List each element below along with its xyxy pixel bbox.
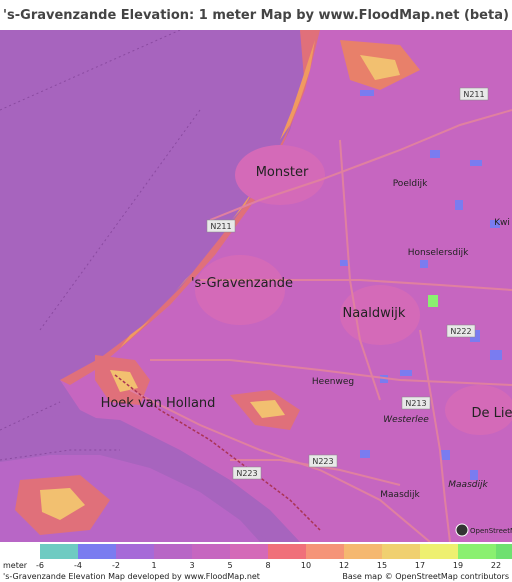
- legend: meter -6 -4 -2 1 3 5 8 10 12 15 17 19 22 's-Gravenza…: [0, 542, 512, 582]
- legend-swatch: [458, 544, 496, 559]
- legend-tick-label: 1: [151, 561, 157, 570]
- svg-text:N222: N222: [450, 327, 471, 336]
- road-label-n222: N222: [446, 324, 476, 338]
- place-label-honselersdijk: Honselersdijk: [408, 248, 469, 258]
- road-label-n211-west: N211: [206, 219, 236, 233]
- legend-tick-label: 5: [227, 561, 233, 570]
- place-label-maasdijk-italic: Maasdijk: [448, 480, 488, 490]
- svg-text:OpenStreetMap: OpenStreetMap: [470, 527, 512, 535]
- place-label-maasdijk: Maasdijk: [380, 490, 420, 500]
- legend-tick-label: 15: [376, 561, 388, 570]
- svg-text:N223: N223: [312, 457, 333, 466]
- legend-tick-label: -6: [36, 561, 44, 570]
- legend-swatch: [192, 544, 230, 559]
- legend-tick-label: -4: [74, 561, 82, 570]
- legend-swatch: [306, 544, 344, 559]
- svg-text:N213: N213: [405, 399, 426, 408]
- elevation-map[interactable]: N211 N211 N222 N213 N223 N223 Monster Po…: [0, 30, 512, 542]
- footer-basemap-credit: Base map © OpenStreetMap contributors: [342, 572, 509, 581]
- legend-swatch: [154, 544, 192, 559]
- road-label-n213: N213: [401, 396, 431, 410]
- place-label-gravenzande: 's-Gravenzande: [191, 276, 293, 291]
- legend-labels: -6 -4 -2 1 3 5 8 10 12 15 17 19 22: [0, 561, 512, 571]
- place-label-poeldijk: Poeldijk: [393, 179, 428, 189]
- legend-swatch: [496, 544, 512, 559]
- legend-tick-label: 17: [414, 561, 426, 570]
- legend-swatch: [230, 544, 268, 559]
- legend-swatches: [40, 544, 512, 559]
- place-label-hoek-van-holland: Hoek van Holland: [101, 396, 216, 411]
- svg-text:N223: N223: [236, 469, 257, 478]
- road-label-n223-west: N223: [232, 466, 262, 480]
- legend-tick-label: 8: [265, 561, 271, 570]
- svg-text:N211: N211: [463, 90, 484, 99]
- place-label-monster: Monster: [256, 165, 309, 180]
- legend-tick-label: 10: [300, 561, 312, 570]
- legend-swatch: [40, 544, 78, 559]
- legend-tick-label: 22: [490, 561, 502, 570]
- road-label-n211-north: N211: [459, 87, 489, 101]
- page-title: 's-Gravenzande Elevation: 1 meter Map by…: [3, 7, 509, 23]
- footer-credit: 's-Gravenzande Elevation Map developed b…: [3, 572, 260, 581]
- legend-swatch: [420, 544, 458, 559]
- place-label-westerlee: Westerlee: [383, 415, 429, 425]
- place-label-de-lier: De Lie: [472, 406, 512, 421]
- legend-swatch: [268, 544, 306, 559]
- legend-swatch: [344, 544, 382, 559]
- local-peak: [428, 295, 438, 307]
- place-label-naaldwijk: Naaldwijk: [343, 306, 406, 321]
- legend-tick-label: 3: [189, 561, 195, 570]
- title-bar: 's-Gravenzande Elevation: 1 meter Map by…: [0, 0, 512, 30]
- place-label-heenweg: Heenweg: [312, 377, 354, 387]
- legend-swatch: [78, 544, 116, 559]
- legend-tick-label: 12: [338, 561, 350, 570]
- map-canvas[interactable]: N211 N211 N222 N213 N223 N223 Monster Po…: [0, 30, 512, 542]
- legend-tick-label: -2: [112, 561, 120, 570]
- legend-tick-label: 19: [452, 561, 464, 570]
- legend-swatch: [382, 544, 420, 559]
- place-label-kwi: Kwi: [494, 218, 510, 228]
- legend-swatch: [116, 544, 154, 559]
- svg-text:N211: N211: [210, 222, 231, 231]
- road-label-n223-east: N223: [308, 454, 338, 468]
